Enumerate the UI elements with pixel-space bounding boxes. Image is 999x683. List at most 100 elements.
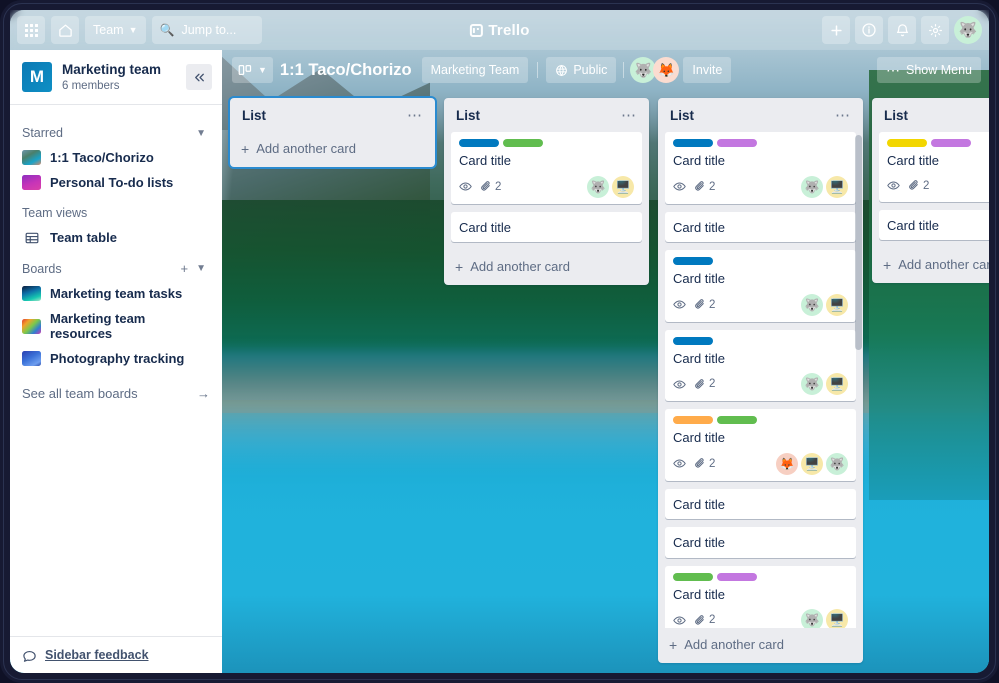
board-list[interactable]: List ⋯ + Add another card [230, 98, 435, 167]
add-board-button[interactable]: + [177, 261, 193, 276]
card-attachment-badge: 2 [694, 457, 715, 470]
sidebar-item-label: Marketing team resources [50, 311, 146, 341]
board-thumbnail [22, 351, 41, 366]
card-badges: 2 🐺 🖥️ [673, 609, 848, 628]
sidebar-item-personal-todo[interactable]: Personal To-do lists [10, 170, 222, 195]
info-button[interactable] [855, 16, 883, 44]
sidebar-feedback-label: Sidebar feedback [45, 648, 149, 662]
trello-logo-icon [469, 23, 483, 37]
application-window: Team ▼ 🔍 Jump to... Trello 🐺 M Marketing… [0, 0, 999, 683]
card-attachment-badge: 2 [694, 614, 715, 627]
attachment-count: 2 [709, 614, 716, 627]
board-card[interactable]: Card title [451, 211, 642, 243]
sidebar-item-marketing-team-tasks[interactable]: Marketing team tasks [10, 281, 222, 306]
sidebar-item-team-table[interactable]: Team table [10, 225, 222, 250]
sidebar-feedback-link[interactable]: Sidebar feedback [10, 636, 222, 673]
card-badges: 2 🐺 🖥️ [673, 293, 848, 316]
list-title[interactable]: List [456, 108, 617, 123]
invite-button[interactable]: Invite [683, 57, 732, 83]
add-another-card-button[interactable]: + Add another card [872, 248, 989, 281]
board-card[interactable]: Card title 2 🐺 🖥️ [665, 565, 856, 628]
card-member-avatar[interactable]: 🖥️ [826, 293, 848, 316]
see-all-team-boards-link[interactable]: See all team boards → [10, 379, 222, 408]
add-button[interactable] [822, 16, 850, 44]
card-label [459, 139, 499, 147]
sidebar-item-marketing-team-resources[interactable]: Marketing team resources [10, 306, 222, 346]
plus-icon: + [241, 140, 250, 157]
list-title[interactable]: List [884, 108, 989, 123]
bell-icon [896, 23, 908, 36]
board-team-badge[interactable]: Marketing Team [421, 57, 529, 83]
sidebar-item-label: Photography tracking [50, 351, 185, 366]
ellipsis-icon[interactable]: ⋯ [831, 108, 855, 123]
card-label [931, 139, 971, 147]
board-card[interactable]: Card title [665, 527, 856, 558]
apps-grid-button[interactable] [17, 16, 45, 44]
board-card[interactable]: Card title 2 🐺 🖥️ [665, 132, 856, 204]
card-attachment-badge: 2 [694, 180, 715, 193]
search-input[interactable]: 🔍 Jump to... [151, 16, 262, 44]
card-member-avatar[interactable]: 🐺 [801, 175, 823, 198]
board-card[interactable]: Card title 2 🐺 🖥️ [451, 132, 642, 204]
board-thumbnail [22, 175, 41, 190]
sidebar-collapse-button[interactable] [186, 64, 212, 90]
team-sidebar: M Marketing team 6 members Starred ▼ 1:1 [10, 50, 222, 673]
add-another-card-button[interactable]: + Add another card [230, 132, 435, 165]
card-member-avatar[interactable]: 🐺 [801, 373, 823, 396]
add-another-card-button[interactable]: + Add another card [444, 250, 649, 283]
board-view-switcher[interactable]: ▼ [232, 57, 273, 83]
card-member-avatar[interactable]: 🖥️ [801, 452, 823, 475]
board-list[interactable]: List⋯ Card title 2 Card title + Add another c… [872, 98, 989, 284]
card-member-avatar[interactable]: 🖥️ [612, 175, 634, 198]
top-navigation-bar: Team ▼ 🔍 Jump to... Trello 🐺 [10, 10, 989, 50]
board-card[interactable]: Card title [665, 211, 856, 243]
settings-button[interactable] [921, 16, 949, 44]
board-list[interactable]: List ⋯ Card title 2 🐺 🖥️ Card title + Add anothe… [444, 98, 649, 286]
sidebar-item-photography-tracking[interactable]: Photography tracking [10, 346, 222, 371]
section-title: Team views [22, 206, 88, 220]
board-card[interactable]: Card title 2 🐺 🖥️ [665, 250, 856, 322]
team-meta: Marketing team 6 members [62, 62, 176, 92]
sidebar-item-taco-chorizo[interactable]: 1:1 Taco/Chorizo [10, 145, 222, 170]
list-title[interactable]: List [670, 108, 831, 123]
header-divider-2 [623, 62, 625, 78]
chevron-down-icon[interactable]: ▼ [192, 263, 210, 274]
board-card[interactable]: Card title [665, 488, 856, 520]
list-title[interactable]: List [242, 108, 403, 123]
card-member-avatar[interactable]: 🐺 [801, 609, 823, 628]
show-menu-button[interactable]: ⋯ Show Menu [876, 57, 981, 83]
board-card[interactable]: Card title 2 🐺 🖥️ [665, 329, 856, 402]
card-member-avatar[interactable]: 🖥️ [826, 175, 848, 198]
board-title[interactable]: 1:1 Taco/Chorizo [280, 61, 412, 80]
list-scrollbar[interactable] [855, 135, 862, 350]
home-button[interactable] [51, 16, 79, 44]
card-members: 🐺 🖥️ [801, 609, 848, 628]
card-title: Card title [459, 219, 512, 235]
board-lists-canvas[interactable]: List ⋯ + Add another card List ⋯ Card title 2 🐺 🖥… [222, 90, 989, 673]
card-member-avatar[interactable]: 🐺 [826, 452, 848, 475]
attachment-count: 2 [923, 179, 930, 192]
notifications-button[interactable] [888, 16, 916, 44]
card-title: Card title [673, 586, 726, 602]
ellipsis-icon[interactable]: ⋯ [617, 108, 641, 123]
board-card[interactable]: Card title [879, 209, 989, 241]
board-card[interactable]: Card title 2 [879, 132, 989, 202]
card-member-avatar[interactable]: 🐺 [587, 175, 609, 198]
add-another-card-button[interactable]: + Add another card [658, 628, 863, 661]
chevron-down-icon[interactable]: ▼ [192, 128, 210, 139]
add-another-card-label: Add another card [256, 141, 356, 156]
board-list[interactable]: List ⋯ Card title 2 🐺 🖥️ Card title Card title 2… [658, 98, 863, 663]
board-visibility-button[interactable]: Public [546, 57, 617, 83]
user-avatar[interactable]: 🐺 [954, 16, 982, 44]
card-member-avatar[interactable]: 🖥️ [826, 609, 848, 628]
team-menu-button[interactable]: Team ▼ [85, 16, 146, 44]
add-another-card-label: Add another card [898, 257, 989, 273]
card-member-avatar[interactable]: 🐺 [801, 293, 823, 316]
card-member-avatar[interactable]: 🖥️ [826, 373, 848, 396]
board-card[interactable]: Card title 2 🦊 🖥️ 🐺 [665, 409, 856, 481]
ellipsis-icon[interactable]: ⋯ [403, 108, 427, 123]
board-member-avatar[interactable]: 🦊 [653, 57, 680, 83]
card-label [717, 416, 757, 425]
card-member-avatar[interactable]: 🦊 [776, 452, 798, 475]
card-labels [673, 257, 848, 266]
